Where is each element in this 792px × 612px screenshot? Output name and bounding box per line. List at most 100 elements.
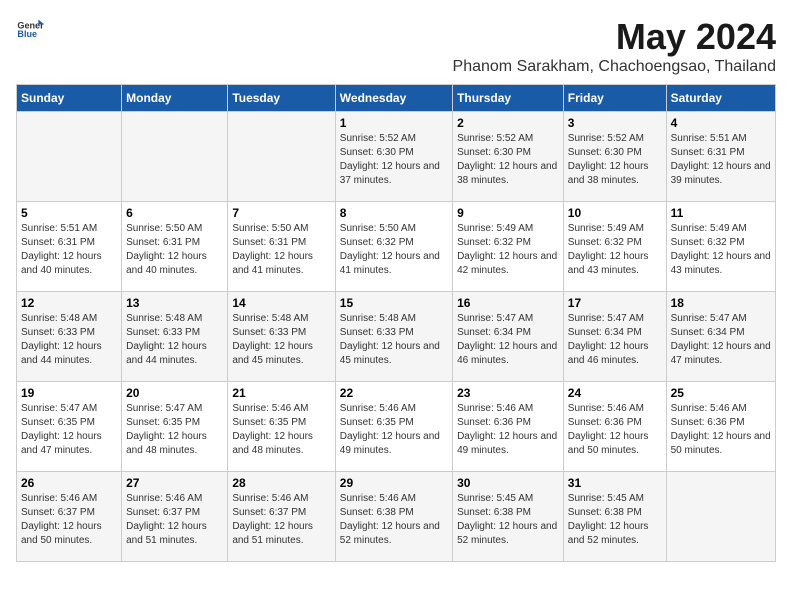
- day-info: Sunrise: 5:51 AMSunset: 6:31 PMDaylight:…: [671, 132, 771, 188]
- day-number: 20: [126, 386, 223, 400]
- title-area: May 2024 Phanom Sarakham, Chachoengsao, …: [453, 16, 776, 76]
- day-number: 24: [568, 386, 662, 400]
- day-info: Sunrise: 5:47 AMSunset: 6:34 PMDaylight:…: [457, 312, 559, 368]
- day-number: 10: [568, 206, 662, 220]
- day-number: 27: [126, 476, 223, 490]
- day-info: Sunrise: 5:50 AMSunset: 6:31 PMDaylight:…: [232, 222, 330, 278]
- day-info: Sunrise: 5:45 AMSunset: 6:38 PMDaylight:…: [568, 492, 662, 548]
- calendar-cell: 26 Sunrise: 5:46 AMSunset: 6:37 PMDayligh…: [17, 472, 122, 562]
- calendar-cell: 20 Sunrise: 5:47 AMSunset: 6:35 PMDayligh…: [122, 382, 228, 472]
- day-info: Sunrise: 5:46 AMSunset: 6:37 PMDaylight:…: [21, 492, 117, 548]
- calendar-cell: 21Sunrise: 5:46 AMSunset: 6:35 PMDayligh…: [228, 382, 335, 472]
- day-number: 7: [232, 206, 330, 220]
- calendar-cell: 25Sunrise: 5:46 AMSunset: 6:36 PMDayligh…: [666, 382, 775, 472]
- day-number: 6: [126, 206, 223, 220]
- header-wednesday: Wednesday: [335, 85, 452, 112]
- day-info: Sunrise: 5:46 AMSunset: 6:35 PMDaylight:…: [232, 402, 330, 458]
- day-info: Sunrise: 5:52 AMSunset: 6:30 PMDaylight:…: [340, 132, 448, 188]
- svg-text:Blue: Blue: [17, 29, 37, 39]
- calendar-week-row: 26 Sunrise: 5:46 AMSunset: 6:37 PMDayligh…: [17, 472, 776, 562]
- day-number: 8: [340, 206, 448, 220]
- calendar-cell: 13Sunrise: 5:48 AMSunset: 6:33 PMDayligh…: [122, 292, 228, 382]
- calendar-cell: 3 Sunrise: 5:52 AMSunset: 6:30 PMDaylight…: [563, 112, 666, 202]
- calendar-cell: 5 Sunrise: 5:51 AMSunset: 6:31 PMDaylight…: [17, 202, 122, 292]
- calendar-cell: 29Sunrise: 5:46 AMSunset: 6:38 PMDayligh…: [335, 472, 452, 562]
- day-number: 1: [340, 116, 448, 130]
- day-number: 26: [21, 476, 117, 490]
- calendar-week-row: 1 Sunrise: 5:52 AMSunset: 6:30 PMDaylight…: [17, 112, 776, 202]
- calendar-cell: 11 Sunrise: 5:49 AMSunset: 6:32 PMDayligh…: [666, 202, 775, 292]
- calendar-cell: 30 Sunrise: 5:45 AMSunset: 6:38 PMDayligh…: [453, 472, 564, 562]
- calendar-cell: 7 Sunrise: 5:50 AMSunset: 6:31 PMDaylight…: [228, 202, 335, 292]
- calendar-week-row: 12 Sunrise: 5:48 AMSunset: 6:33 PMDayligh…: [17, 292, 776, 382]
- calendar-cell: [666, 472, 775, 562]
- day-number: 30: [457, 476, 559, 490]
- calendar-cell: [17, 112, 122, 202]
- header-tuesday: Tuesday: [228, 85, 335, 112]
- day-number: 5: [21, 206, 117, 220]
- day-info: Sunrise: 5:45 AMSunset: 6:38 PMDaylight:…: [457, 492, 559, 548]
- day-info: Sunrise: 5:47 AMSunset: 6:35 PMDaylight:…: [21, 402, 117, 458]
- day-number: 15: [340, 296, 448, 310]
- main-title: May 2024: [453, 16, 776, 58]
- day-info: Sunrise: 5:52 AMSunset: 6:30 PMDaylight:…: [568, 132, 662, 188]
- header-saturday: Saturday: [666, 85, 775, 112]
- day-number: 23: [457, 386, 559, 400]
- day-number: 31: [568, 476, 662, 490]
- day-info: Sunrise: 5:48 AMSunset: 6:33 PMDaylight:…: [232, 312, 330, 368]
- calendar-cell: 19 Sunrise: 5:47 AMSunset: 6:35 PMDayligh…: [17, 382, 122, 472]
- day-number: 12: [21, 296, 117, 310]
- day-info: Sunrise: 5:46 AMSunset: 6:37 PMDaylight:…: [126, 492, 223, 548]
- calendar-week-row: 5 Sunrise: 5:51 AMSunset: 6:31 PMDaylight…: [17, 202, 776, 292]
- calendar-cell: 24 Sunrise: 5:46 AMSunset: 6:36 PMDayligh…: [563, 382, 666, 472]
- calendar-cell: 31 Sunrise: 5:45 AMSunset: 6:38 PMDayligh…: [563, 472, 666, 562]
- day-info: Sunrise: 5:49 AMSunset: 6:32 PMDaylight:…: [568, 222, 662, 278]
- day-number: 14: [232, 296, 330, 310]
- day-number: 16: [457, 296, 559, 310]
- day-info: Sunrise: 5:47 AMSunset: 6:35 PMDaylight:…: [126, 402, 223, 458]
- calendar-cell: 23 Sunrise: 5:46 AMSunset: 6:36 PMDayligh…: [453, 382, 564, 472]
- calendar-cell: 6 Sunrise: 5:50 AMSunset: 6:31 PMDaylight…: [122, 202, 228, 292]
- calendar-cell: 17Sunrise: 5:47 AMSunset: 6:34 PMDayligh…: [563, 292, 666, 382]
- calendar-cell: 18 Sunrise: 5:47 AMSunset: 6:34 PMDayligh…: [666, 292, 775, 382]
- day-info: Sunrise: 5:46 AMSunset: 6:35 PMDaylight:…: [340, 402, 448, 458]
- day-info: Sunrise: 5:48 AMSunset: 6:33 PMDaylight:…: [340, 312, 448, 368]
- day-info: Sunrise: 5:50 AMSunset: 6:31 PMDaylight:…: [126, 222, 223, 278]
- logo: General Blue: [16, 16, 44, 44]
- day-info: Sunrise: 5:52 AMSunset: 6:30 PMDaylight:…: [457, 132, 559, 188]
- day-number: 19: [21, 386, 117, 400]
- calendar-cell: 9 Sunrise: 5:49 AMSunset: 6:32 PMDaylight…: [453, 202, 564, 292]
- calendar-cell: 16 Sunrise: 5:47 AMSunset: 6:34 PMDayligh…: [453, 292, 564, 382]
- day-number: 17: [568, 296, 662, 310]
- day-info: Sunrise: 5:49 AMSunset: 6:32 PMDaylight:…: [457, 222, 559, 278]
- day-number: 13: [126, 296, 223, 310]
- header-friday: Friday: [563, 85, 666, 112]
- day-number: 3: [568, 116, 662, 130]
- calendar-cell: 15 Sunrise: 5:48 AMSunset: 6:33 PMDayligh…: [335, 292, 452, 382]
- day-info: Sunrise: 5:46 AMSunset: 6:36 PMDaylight:…: [457, 402, 559, 458]
- day-number: 18: [671, 296, 771, 310]
- day-number: 11: [671, 206, 771, 220]
- day-number: 25: [671, 386, 771, 400]
- day-number: 4: [671, 116, 771, 130]
- day-info: Sunrise: 5:46 AMSunset: 6:37 PMDaylight:…: [232, 492, 330, 548]
- header: General Blue May 2024 Phanom Sarakham, C…: [16, 16, 776, 76]
- day-info: Sunrise: 5:51 AMSunset: 6:31 PMDaylight:…: [21, 222, 117, 278]
- day-info: Sunrise: 5:49 AMSunset: 6:32 PMDaylight:…: [671, 222, 771, 278]
- calendar-cell: 27 Sunrise: 5:46 AMSunset: 6:37 PMDayligh…: [122, 472, 228, 562]
- calendar-table: SundayMondayTuesdayWednesdayThursdayFrid…: [16, 84, 776, 562]
- calendar-week-row: 19 Sunrise: 5:47 AMSunset: 6:35 PMDayligh…: [17, 382, 776, 472]
- header-sunday: Sunday: [17, 85, 122, 112]
- day-info: Sunrise: 5:47 AMSunset: 6:34 PMDaylight:…: [671, 312, 771, 368]
- calendar-cell: 1 Sunrise: 5:52 AMSunset: 6:30 PMDaylight…: [335, 112, 452, 202]
- calendar-cell: 14 Sunrise: 5:48 AMSunset: 6:33 PMDayligh…: [228, 292, 335, 382]
- calendar-cell: 10 Sunrise: 5:49 AMSunset: 6:32 PMDayligh…: [563, 202, 666, 292]
- day-number: 22: [340, 386, 448, 400]
- day-info: Sunrise: 5:46 AMSunset: 6:38 PMDaylight:…: [340, 492, 448, 548]
- day-info: Sunrise: 5:50 AMSunset: 6:32 PMDaylight:…: [340, 222, 448, 278]
- header-monday: Monday: [122, 85, 228, 112]
- day-number: 9: [457, 206, 559, 220]
- calendar-cell: [228, 112, 335, 202]
- day-info: Sunrise: 5:46 AMSunset: 6:36 PMDaylight:…: [568, 402, 662, 458]
- calendar-header-row: SundayMondayTuesdayWednesdayThursdayFrid…: [17, 85, 776, 112]
